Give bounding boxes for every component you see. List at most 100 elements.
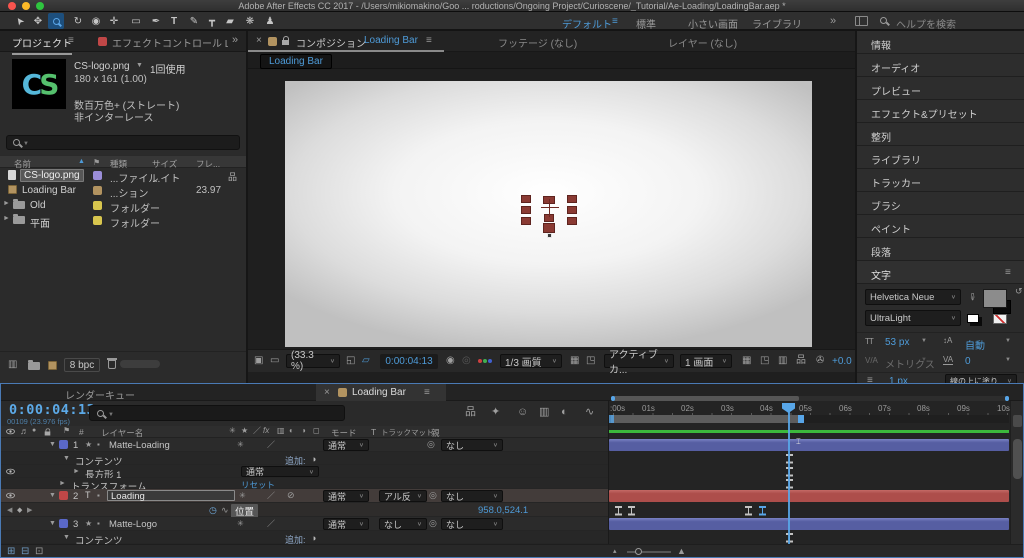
- panel-tab-libraries[interactable]: ライブラリ: [857, 146, 1024, 169]
- property-group-contents-2[interactable]: ▼ コンテンツ 追加: ◑: [1, 531, 608, 547]
- bit-depth-button[interactable]: 8 bpc: [64, 358, 100, 372]
- panel-tab-tracker[interactable]: トラッカー: [857, 169, 1024, 192]
- layer-bar-loading[interactable]: [609, 490, 1009, 502]
- workspace-tab-libraries[interactable]: ライブラリ: [752, 16, 802, 31]
- region-icon[interactable]: ▦: [570, 356, 579, 366]
- close-tab-icon[interactable]: ×: [256, 35, 262, 46]
- eyedropper-icon[interactable]: ✑: [966, 293, 977, 301]
- hand-tool-icon[interactable]: ✥: [30, 13, 46, 29]
- resolution-dropdown[interactable]: 1/3 画質 ∨: [500, 354, 562, 369]
- project-panel-menu-icon[interactable]: ≡: [68, 35, 74, 46]
- tab-project[interactable]: プロジェクト: [12, 35, 72, 55]
- set-bw-swatch[interactable]: [967, 314, 979, 323]
- work-area-track[interactable]: [609, 415, 1009, 423]
- rotation-tool-icon[interactable]: ↻: [70, 13, 86, 29]
- selection-handle[interactable]: [547, 233, 552, 238]
- timeline-search-input[interactable]: ▼: [89, 405, 345, 421]
- eye-icon[interactable]: [6, 492, 15, 499]
- grid-guides-icon[interactable]: ▦: [742, 356, 751, 366]
- tab-composition-label[interactable]: コンポジション: [296, 35, 366, 50]
- scroll-icon[interactable]: [1013, 415, 1022, 427]
- row-name[interactable]: CS-logo.png: [20, 169, 84, 182]
- tab-footage[interactable]: フッテージ (なし): [498, 35, 577, 50]
- graph-editor-icon[interactable]: ∿: [585, 407, 594, 418]
- selection-tool-icon[interactable]: ➤: [9, 10, 31, 32]
- row-name[interactable]: Loading Bar: [22, 185, 76, 196]
- label-chip[interactable]: [93, 201, 102, 210]
- scrollbar-thumb[interactable]: [1013, 439, 1022, 479]
- panel-tab-audio[interactable]: オーディオ: [857, 54, 1024, 77]
- add-property-icon[interactable]: ◑: [311, 533, 316, 543]
- label-chip[interactable]: [93, 171, 102, 180]
- magnification-dropdown[interactable]: (33.3 %) ∨: [286, 350, 340, 372]
- parent-pickwhip-icon[interactable]: ◎: [429, 519, 437, 528]
- flowchart-icon[interactable]: 品: [796, 356, 806, 366]
- layer-row-matte-logo[interactable]: ▼ 3 ★ ▪ Matte-Logo ✳ ／ 通常 ∨ なし ∨ ◎ なし ∨: [1, 517, 608, 531]
- clone-stamp-tool-icon[interactable]: ┳: [204, 13, 220, 29]
- project-row-loading-bar[interactable]: Loading Bar ...ション 23.97: [0, 183, 246, 200]
- draft-3d-icon[interactable]: ✦: [491, 407, 500, 418]
- collapse-switch-icon[interactable]: ✳: [237, 441, 244, 449]
- show-snapshot-icon[interactable]: ◎: [462, 356, 471, 366]
- transparency-grid-icon[interactable]: ◳: [586, 356, 595, 366]
- channel-icon[interactable]: [478, 359, 492, 363]
- zoom-out-mountain-icon[interactable]: ▴: [613, 547, 617, 555]
- horizontal-scrollbar-thumb[interactable]: [120, 360, 160, 368]
- minimize-window-button[interactable]: [22, 2, 30, 10]
- quality-switch-icon[interactable]: ／: [267, 492, 275, 500]
- label-chip[interactable]: [59, 440, 68, 449]
- work-area-end-handle[interactable]: [798, 415, 804, 423]
- workspace-menu-icon[interactable]: ≡: [612, 16, 618, 27]
- pixel-aspect-icon[interactable]: ◳: [760, 356, 769, 366]
- maximize-window-button[interactable]: [36, 2, 44, 10]
- stroke-width-value[interactable]: 1 px: [889, 376, 908, 383]
- panel-tab-brushes[interactable]: ブラシ: [857, 192, 1024, 215]
- layer-bar-matte-logo[interactable]: [609, 518, 1009, 530]
- active-camera-dropdown[interactable]: アクティブカ... ∨: [604, 350, 674, 376]
- expand-caret-icon[interactable]: ▼: [63, 534, 70, 541]
- eraser-tool-icon[interactable]: ▰: [222, 13, 238, 29]
- tracking-caret-icon[interactable]: ▼: [1005, 357, 1011, 363]
- keyframe[interactable]: [615, 506, 622, 515]
- quality-switch-icon[interactable]: ／: [267, 520, 275, 528]
- property-name[interactable]: 位置: [231, 504, 259, 518]
- exposure-icon[interactable]: ✇: [816, 356, 824, 366]
- tab-comp-active[interactable]: × Loading Bar ≡: [316, 384, 446, 401]
- add-property-icon[interactable]: ◑: [311, 454, 316, 464]
- stroke-fill-order-dropdown[interactable]: 線の上に塗り ∨: [945, 374, 1017, 383]
- time-ruler[interactable]: :00s 01s 02s 03s 04s 05s 06s 07s 08s 09s…: [609, 403, 1010, 416]
- viewer-panel-menu-icon[interactable]: ≡: [426, 35, 432, 46]
- trash-icon[interactable]: [107, 358, 117, 369]
- preview-caret-icon[interactable]: ▼: [136, 62, 143, 69]
- font-size-caret-icon[interactable]: ▼: [921, 338, 927, 344]
- tab-composition-name[interactable]: Loading Bar: [364, 35, 418, 46]
- workspace-bar-icon[interactable]: [855, 16, 868, 26]
- workspace-tab-small-screen[interactable]: 小さい画面: [688, 16, 738, 31]
- work-area-bar[interactable]: [611, 415, 801, 423]
- zoom-slider-knob[interactable]: [635, 548, 642, 555]
- timeline-zoom-slider[interactable]: [627, 548, 671, 555]
- expand-caret-icon[interactable]: ►: [3, 215, 10, 222]
- anchor-point-crosshair[interactable]: [549, 199, 550, 217]
- stopwatch-icon[interactable]: ◷: [209, 505, 217, 516]
- scrollbar-thumb[interactable]: [613, 396, 799, 401]
- interpret-footage-icon[interactable]: ▥: [8, 360, 17, 370]
- panel-tab-preview[interactable]: プレビュー: [857, 77, 1024, 100]
- panel-tab-effects-presets[interactable]: エフェクト&プリセット: [857, 100, 1024, 123]
- expand-caret-icon[interactable]: ▼: [49, 441, 56, 448]
- puppet-pin-tool-icon[interactable]: ♟: [262, 13, 278, 29]
- panel-tab-paragraph[interactable]: 段落: [857, 238, 1024, 261]
- row-name[interactable]: 平面: [30, 215, 50, 230]
- layer-name[interactable]: Matte-Loading: [109, 440, 170, 451]
- property-group-rectangle[interactable]: ► 長方形 1 通常 ∨: [1, 465, 608, 481]
- region-of-interest-icon[interactable]: ◱: [346, 356, 355, 366]
- parent-dropdown[interactable]: なし ∨: [441, 439, 503, 451]
- eye-icon[interactable]: [6, 468, 15, 475]
- track-matte-dropdown[interactable]: なし ∨: [379, 518, 427, 530]
- label-chip[interactable]: [59, 519, 68, 528]
- parent-pickwhip-icon[interactable]: ◎: [427, 440, 435, 449]
- project-row-cs-logo[interactable]: CS-logo.png ...ファイル ...イト 品: [0, 168, 246, 185]
- leading-value[interactable]: 自動: [965, 337, 985, 352]
- keyframe-selected[interactable]: [759, 506, 766, 515]
- label-chip[interactable]: [93, 186, 102, 195]
